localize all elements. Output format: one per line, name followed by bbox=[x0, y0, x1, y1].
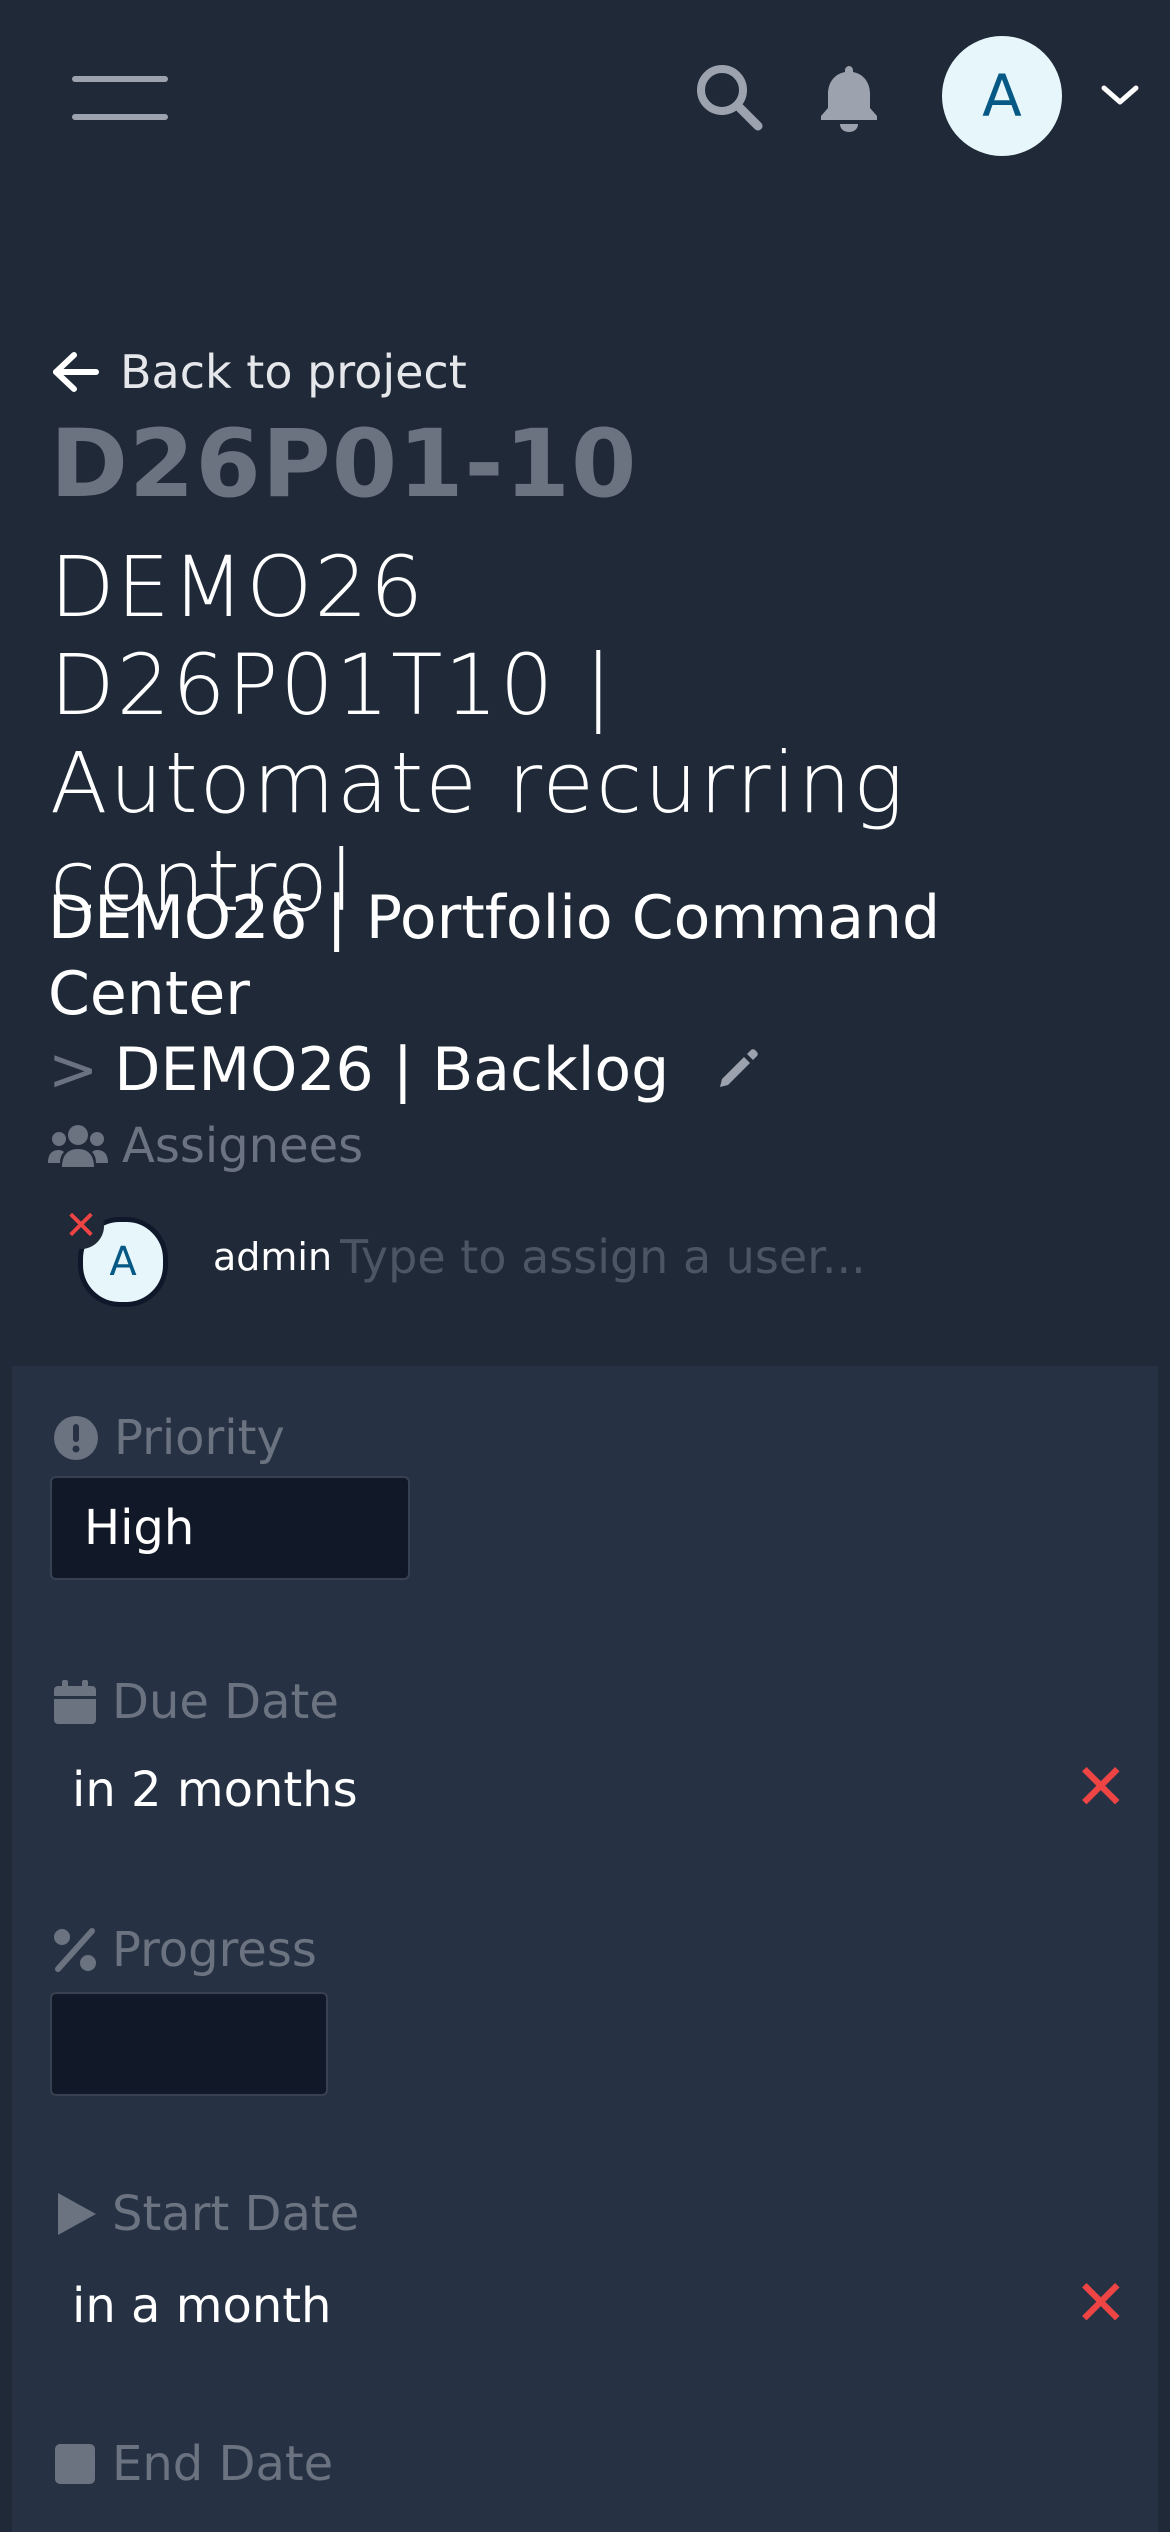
breadcrumb: DEMO26 | Portfolio Command Center > DEMO2… bbox=[48, 880, 1128, 1111]
exclamation-circle-icon bbox=[54, 1416, 98, 1460]
search-icon[interactable] bbox=[694, 62, 764, 132]
task-title[interactable]: DEMO26 D26P01T10 | Automate recurring co… bbox=[50, 538, 930, 930]
square-icon bbox=[55, 2444, 95, 2484]
due-date-value[interactable]: in 2 months bbox=[72, 1762, 358, 1818]
priority-label: Priority bbox=[52, 1410, 285, 1466]
bell-icon[interactable] bbox=[818, 62, 880, 132]
progress-label-text: Progress bbox=[112, 1922, 317, 1978]
due-date-label-text: Due Date bbox=[112, 1674, 339, 1730]
assignee-row: A ✕ admin bbox=[48, 1195, 1128, 1315]
start-date-value[interactable]: in a month bbox=[72, 2278, 331, 2334]
progress-label: Progress bbox=[52, 1922, 317, 1978]
play-icon bbox=[58, 2193, 96, 2235]
end-date-label-text: End Date bbox=[112, 2436, 334, 2492]
users-icon bbox=[48, 1125, 108, 1167]
arrow-left-icon bbox=[53, 352, 99, 392]
chevron-down-icon[interactable] bbox=[1100, 80, 1140, 110]
start-date-label-text: Start Date bbox=[112, 2186, 360, 2242]
hamburger-icon[interactable] bbox=[72, 76, 168, 120]
assignees-label-text: Assignees bbox=[122, 1118, 364, 1174]
calendar-icon bbox=[54, 1680, 96, 1724]
progress-input[interactable] bbox=[50, 1992, 328, 2096]
remove-assignee-icon[interactable]: ✕ bbox=[58, 1203, 104, 1249]
breadcrumb-separator: > bbox=[48, 1035, 99, 1105]
task-attributes-panel: Priority High Due Date in 2 months ✕ Pro… bbox=[12, 1366, 1158, 2532]
back-link-label: Back to project bbox=[120, 345, 467, 399]
breadcrumb-project[interactable]: DEMO26 | Portfolio Command Center bbox=[48, 883, 940, 1029]
assign-user-input[interactable] bbox=[338, 1221, 1102, 1293]
percent-icon bbox=[54, 1928, 96, 1972]
user-avatar[interactable]: A bbox=[942, 36, 1062, 156]
clear-start-date-icon[interactable]: ✕ bbox=[1074, 2272, 1128, 2336]
assignee-avatar-initial: A bbox=[109, 1239, 137, 1285]
due-date-label: Due Date bbox=[52, 1674, 339, 1730]
end-date-label: End Date bbox=[52, 2436, 333, 2492]
start-date-label: Start Date bbox=[52, 2186, 359, 2242]
pencil-icon[interactable] bbox=[714, 1035, 762, 1111]
priority-select[interactable]: High bbox=[50, 1476, 410, 1580]
breadcrumb-list[interactable]: DEMO26 | Backlog bbox=[114, 1035, 669, 1105]
user-avatar-initial: A bbox=[982, 62, 1022, 130]
task-id: D26P01-10 bbox=[50, 410, 638, 519]
back-to-project-link[interactable]: Back to project bbox=[50, 340, 467, 404]
assignee-name: admin bbox=[213, 1235, 333, 1279]
assignees-label: Assignees bbox=[48, 1118, 363, 1174]
clear-due-date-icon[interactable]: ✕ bbox=[1074, 1756, 1128, 1820]
top-bar: A bbox=[0, 0, 1170, 195]
priority-label-text: Priority bbox=[114, 1410, 285, 1466]
